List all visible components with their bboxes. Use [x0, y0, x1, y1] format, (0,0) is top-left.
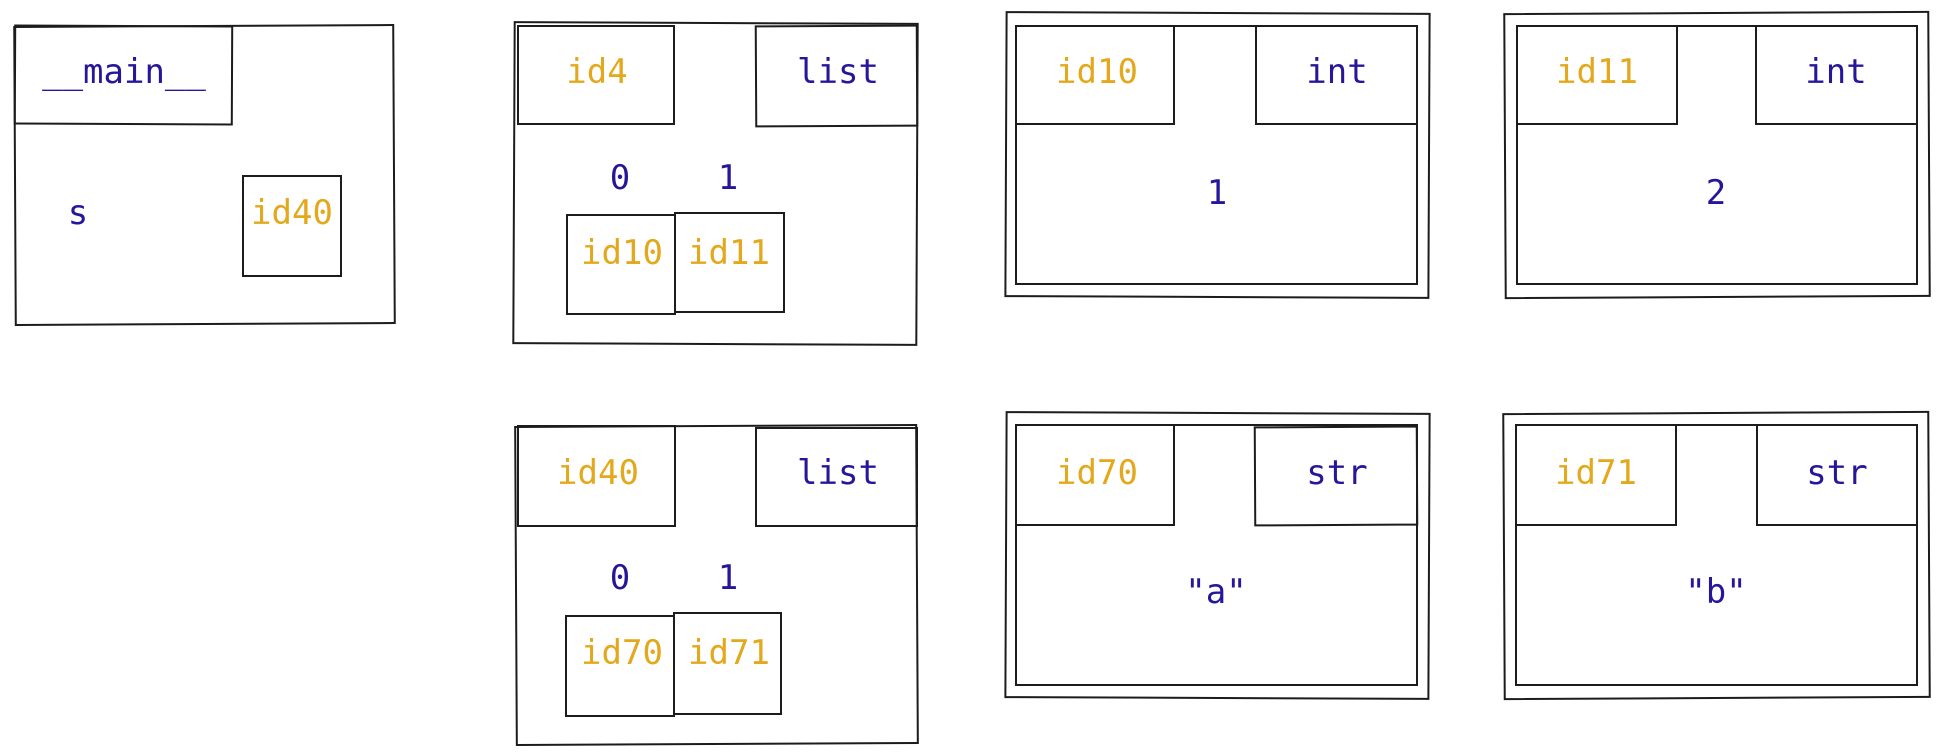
object-value: 2	[1705, 173, 1727, 213]
object-id: id4	[566, 52, 628, 92]
object-id: id10	[1056, 52, 1138, 92]
object-type: str	[1806, 453, 1868, 493]
object-type: int	[1805, 52, 1867, 92]
object-type: list	[797, 453, 879, 493]
list-cell-ref: id71	[688, 633, 770, 673]
variable-ref-id: id40	[251, 193, 333, 233]
list-cell-ref: id10	[581, 233, 663, 273]
list-index: 0	[609, 558, 631, 598]
list-index: 1	[717, 158, 739, 198]
object-type: list	[797, 52, 879, 92]
object-id: id40	[557, 453, 639, 493]
list-cell-ref: id70	[581, 633, 663, 673]
variable-name: s	[67, 193, 89, 233]
object-value: 1	[1206, 173, 1228, 213]
object-id: id11	[1556, 52, 1638, 92]
object-id: id70	[1056, 453, 1138, 493]
list-index: 0	[609, 158, 631, 198]
object-id: id71	[1555, 453, 1637, 493]
frame-name: __main__	[42, 52, 206, 92]
object-type: int	[1306, 52, 1368, 92]
list-cell-ref: id11	[688, 233, 770, 273]
list-index: 1	[717, 558, 739, 598]
object-type: str	[1306, 453, 1368, 493]
object-value: "a"	[1185, 572, 1247, 612]
object-value: "b"	[1685, 572, 1747, 612]
